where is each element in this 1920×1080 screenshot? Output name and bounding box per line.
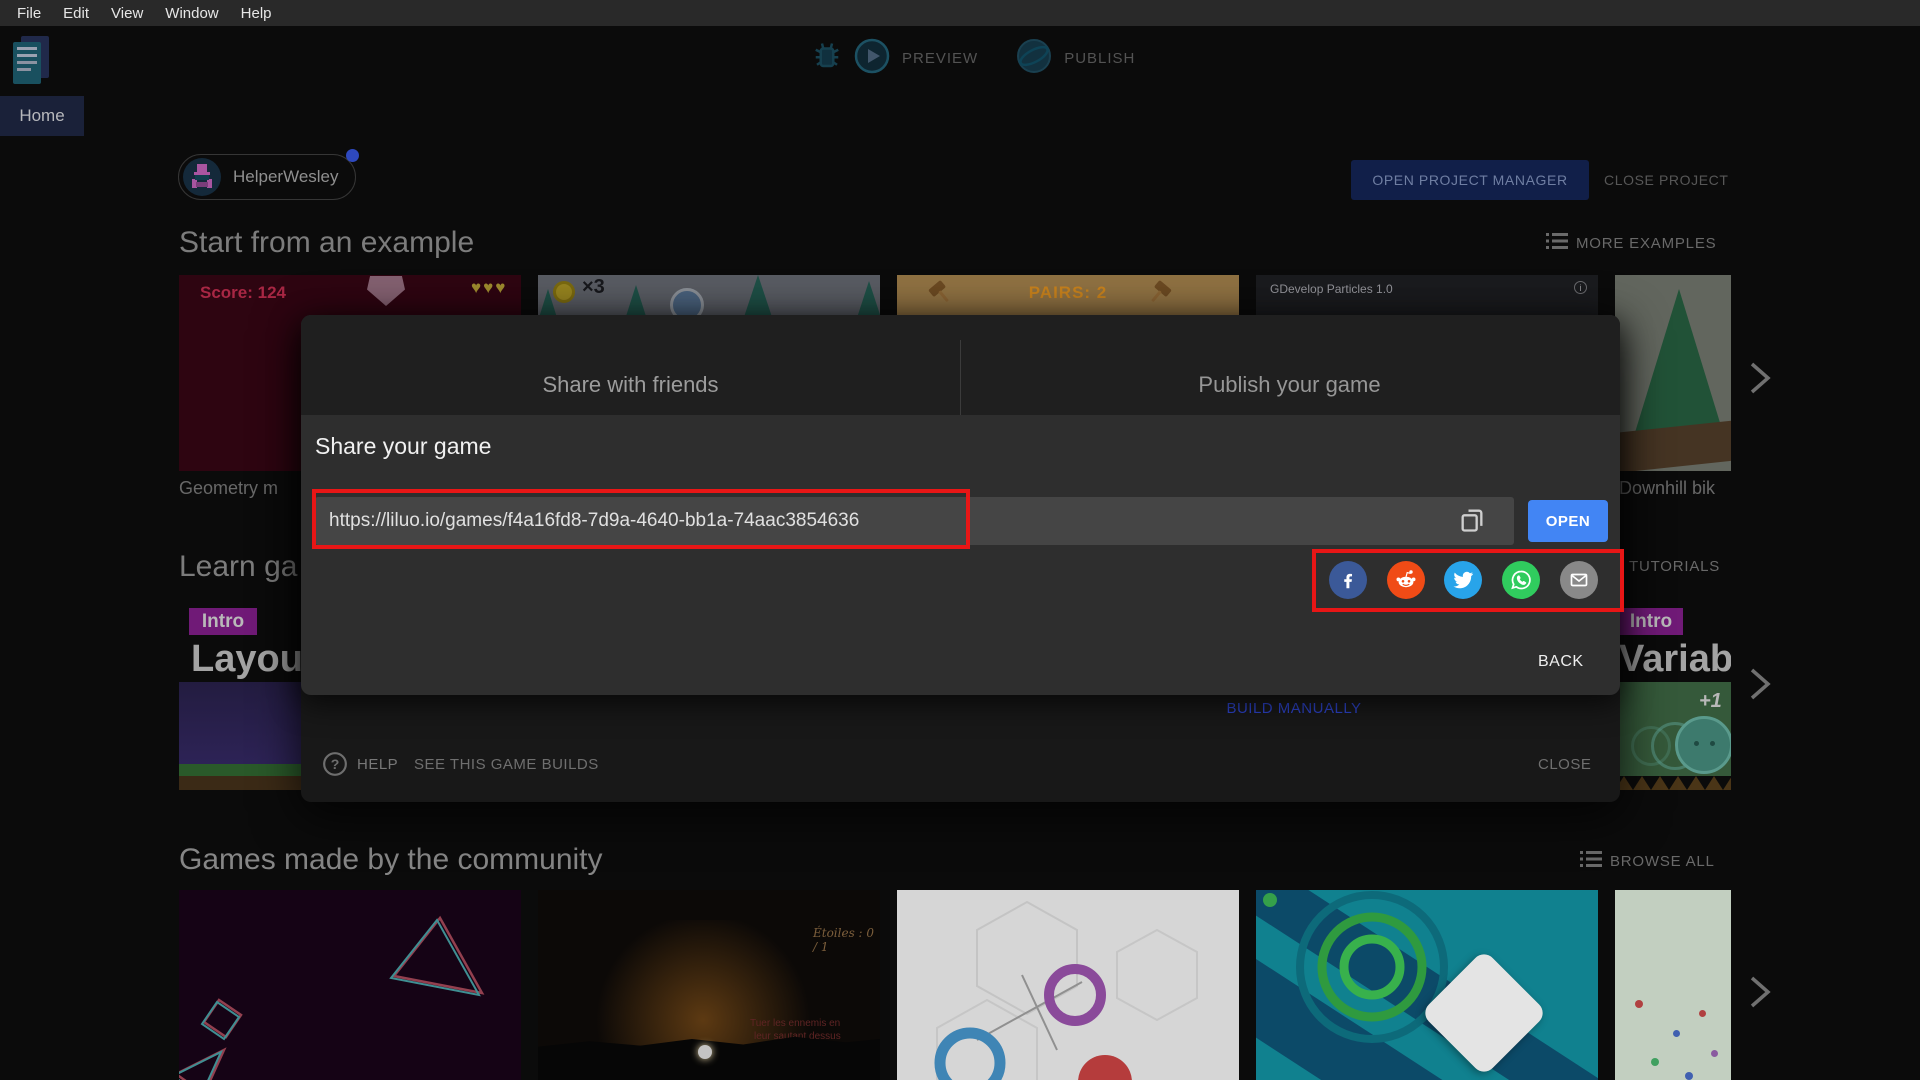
- help-icon[interactable]: ?: [322, 751, 348, 782]
- tutorial-title: Variab: [1615, 636, 1731, 682]
- tab-share-with-friends[interactable]: Share with friends: [301, 315, 960, 415]
- ghost-character: [1675, 716, 1731, 774]
- build-manually-link[interactable]: BUILD MANUALLY: [1214, 700, 1374, 717]
- app-window: File Edit View Window Help PREVIEW PUBLI…: [0, 0, 1920, 1080]
- info-icon[interactable]: i: [1574, 281, 1587, 294]
- menu-help[interactable]: Help: [230, 5, 283, 22]
- community-thumb-rings[interactable]: [897, 890, 1239, 1080]
- score-label: Score: 124: [200, 283, 286, 302]
- community-thumb-neon[interactable]: [179, 890, 521, 1080]
- publish-button[interactable]: PUBLISH: [1064, 50, 1135, 67]
- browse-all-label: BROWSE ALL: [1610, 852, 1715, 870]
- mallet-icon: [1145, 277, 1175, 312]
- stars-counter-label: Étoiles : 0 / 1: [813, 926, 875, 954]
- community-thumb-night[interactable]: Étoiles : 0 / 1 Tuer les ennemis en leur…: [538, 890, 880, 1080]
- tutorials-label: TUTORIALS: [1629, 558, 1721, 575]
- example-thumb-downhill[interactable]: [1615, 275, 1731, 471]
- intro-badge: Intro: [1619, 608, 1683, 635]
- menu-view[interactable]: View: [100, 5, 154, 22]
- annotation-box-url: [312, 489, 970, 549]
- scroll-right-chevron[interactable]: [1744, 974, 1774, 1010]
- section-title-community: Games made by the community: [179, 843, 603, 876]
- tab-divider: [960, 340, 961, 415]
- coin-icon: [553, 281, 575, 303]
- notification-dot: [346, 149, 359, 162]
- tutorials-link[interactable]: TUTORIALS: [1629, 558, 1720, 575]
- community-thumbnail-row: Étoiles : 0 / 1 Tuer les ennemis en leur…: [179, 890, 1731, 1080]
- section-title-examples: Start from an example: [179, 226, 475, 259]
- user-profile-chip[interactable]: HelperWesley: [178, 154, 356, 200]
- svg-text:?: ?: [331, 756, 340, 772]
- more-examples-link[interactable]: MORE EXAMPLES: [1546, 232, 1716, 254]
- menu-bar: File Edit View Window Help: [0, 0, 1920, 26]
- preview-button[interactable]: PREVIEW: [902, 50, 978, 67]
- gdevelop-logo-icon: [13, 34, 55, 86]
- tab-publish-your-game[interactable]: Publish your game: [960, 315, 1619, 415]
- close-dialog-button[interactable]: CLOSE: [1538, 756, 1591, 773]
- list-icon: [1546, 232, 1568, 254]
- menu-window[interactable]: Window: [154, 5, 229, 22]
- menu-edit[interactable]: Edit: [52, 5, 100, 22]
- hearts-label: ♥♥♥: [471, 278, 508, 297]
- share-dialog-title: Share your game: [315, 433, 492, 459]
- back-button[interactable]: BACK: [1538, 653, 1584, 671]
- avatar: [183, 158, 221, 196]
- close-project-button[interactable]: CLOSE PROJECT: [1604, 172, 1729, 188]
- particles-label: GDevelop Particles 1.0: [1270, 282, 1393, 296]
- copy-icon[interactable]: [1458, 506, 1486, 534]
- open-game-button[interactable]: OPEN: [1528, 500, 1608, 542]
- caption-geometry-monster: Geometry m: [179, 478, 279, 498]
- monster-shape: [367, 276, 405, 306]
- username-label: HelperWesley: [233, 167, 339, 186]
- list-icon: [1580, 850, 1602, 872]
- tab-home[interactable]: Home: [0, 96, 84, 136]
- open-project-manager-button[interactable]: OPEN PROJECT MANAGER: [1351, 160, 1589, 200]
- browse-all-link[interactable]: BROWSE ALL: [1580, 850, 1715, 872]
- publish-globe-icon[interactable]: [1016, 38, 1052, 79]
- preview-play-icon[interactable]: [854, 38, 890, 79]
- caption-downhill: Downhill bik: [1619, 478, 1716, 498]
- plus-one-label: +1: [1699, 690, 1722, 712]
- menu-file[interactable]: File: [6, 5, 52, 22]
- see-builds-link[interactable]: SEE THIS GAME BUILDS: [414, 756, 599, 773]
- player-ball: [698, 1045, 712, 1059]
- community-thumb-teal[interactable]: [1256, 890, 1598, 1080]
- community-thumb-pale[interactable]: [1615, 890, 1731, 1080]
- coin-count-label: ×3: [582, 276, 605, 298]
- more-examples-label: MORE EXAMPLES: [1576, 234, 1717, 252]
- scroll-right-chevron[interactable]: [1744, 360, 1774, 396]
- tutorial-thumb-variables[interactable]: +1 Intro Variab: [1615, 598, 1731, 790]
- scroll-right-chevron[interactable]: [1744, 666, 1774, 702]
- help-link[interactable]: HELP: [357, 756, 398, 773]
- debug-icon[interactable]: [812, 39, 842, 78]
- hint-text: Tuer les ennemis en: [750, 1018, 841, 1029]
- toolbar: PREVIEW PUBLISH: [812, 38, 1135, 79]
- intro-badge: Intro: [189, 608, 257, 635]
- section-title-learn: Learn ga: [179, 550, 298, 583]
- annotation-box-social: [1312, 549, 1624, 612]
- mallet-icon: [925, 277, 955, 312]
